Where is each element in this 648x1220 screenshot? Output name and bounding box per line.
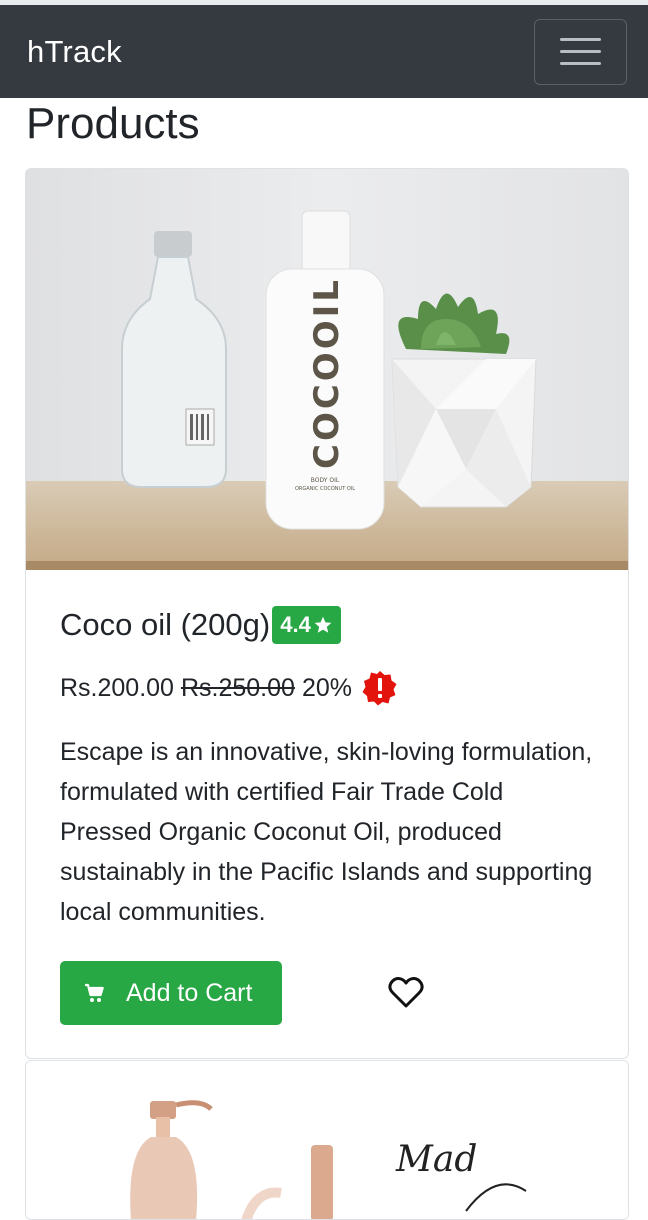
product-photo-illustration: COCOOIL BODY OIL ORGANIC COCONUT OIL: [26, 169, 628, 570]
rating-badge: 4.4: [272, 606, 341, 644]
product-image-script-text: Mad: [395, 1139, 477, 1180]
rating-value: 4.4: [280, 612, 311, 637]
bottle-brand-label: COCOOIL: [307, 277, 347, 469]
shopping-cart-icon: [85, 983, 104, 1002]
alert-badge-icon: [362, 671, 397, 706]
product-card: COCOOIL BODY OIL ORGANIC COCONUT OIL Coc…: [25, 168, 629, 1059]
add-to-cart-label: Add to Cart: [126, 978, 253, 1007]
hamburger-menu-icon: [560, 38, 601, 41]
price-row: Rs.200.00 Rs.250.00 20%: [60, 670, 398, 706]
heart-icon[interactable]: [388, 977, 424, 1009]
original-price: Rs.250.00: [180, 673, 295, 702]
product-image[interactable]: Mad: [26, 1061, 628, 1220]
product-image[interactable]: COCOOIL BODY OIL ORGANIC COCONUT OIL: [26, 169, 628, 570]
navbar-toggle-button[interactable]: [534, 18, 627, 85]
product-title[interactable]: Coco oil (200g): [60, 607, 270, 643]
bottle-sub-label: BODY OIL: [311, 477, 340, 484]
star-icon: [314, 616, 332, 633]
discount-percent: 20%: [301, 673, 352, 702]
current-price: Rs.200.00: [60, 673, 174, 702]
bottle-sub2-label: ORGANIC COCONUT OIL: [295, 486, 355, 492]
product-title-row: Coco oil (200g) 4.4: [60, 606, 341, 644]
navbar-brand[interactable]: hTrack: [27, 34, 122, 70]
add-to-cart-button[interactable]: Add to Cart: [60, 961, 282, 1025]
navbar: hTrack: [0, 5, 648, 98]
product-card: Mad: [25, 1060, 629, 1220]
product-description: Escape is an innovative, skin-loving for…: [60, 738, 593, 926]
page-title: Products: [26, 99, 200, 148]
